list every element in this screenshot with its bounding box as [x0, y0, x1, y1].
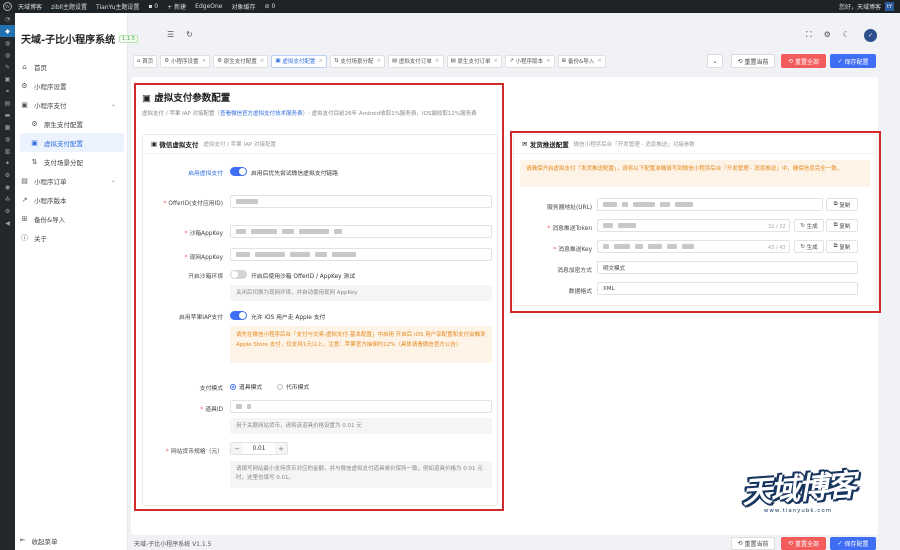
footer-save-button[interactable]: ✓ 保存配置	[830, 537, 876, 550]
nav-miniapp-settings[interactable]: ⚙ 小程序设置	[20, 76, 124, 95]
version-icon: ↗	[21, 195, 28, 204]
backup-icon: ⊞	[21, 214, 28, 223]
tab-pay-scene[interactable]: ⇅ 支付场景分配 ×	[329, 54, 385, 68]
tab-virtual-orders[interactable]: ▤ 虚拟支付订单 ×	[387, 54, 444, 68]
wallet-icon: ▣	[31, 138, 38, 147]
nav-backup[interactable]: ⊞ 备份&导入	[20, 209, 124, 228]
nav-miniapp-pay[interactable]: ▣ 小程序支付 ⌄	[20, 95, 124, 114]
tab-virtual-pay[interactable]: ▣ 虚拟支付配置 ×	[271, 54, 327, 68]
settings-gear-icon[interactable]: ⚙	[824, 30, 831, 40]
wp-bar-cache[interactable]: 对象缓存	[231, 2, 255, 11]
watermark-text: 天域博客	[741, 468, 856, 511]
wordpress-logo-icon[interactable]: W	[3, 2, 12, 11]
appearance-icon[interactable]: ✦	[0, 157, 15, 169]
tab-version[interactable]: ↗ 小程序版本 ×	[505, 54, 555, 68]
close-icon[interactable]: ×	[260, 58, 265, 64]
nav-version[interactable]: ↗ 小程序版本	[20, 190, 124, 209]
nav-about[interactable]: ⓘ 关于	[20, 228, 124, 247]
menu-icon-b[interactable]: ◍	[0, 49, 15, 61]
user-avatar[interactable]: tY	[885, 2, 894, 11]
close-icon[interactable]: ×	[546, 58, 551, 64]
wp-bar-zibll[interactable]: zibll主题设置	[51, 2, 87, 11]
gear-icon: ⚙	[31, 119, 38, 128]
close-icon[interactable]: ×	[435, 58, 440, 64]
order-icon: ▤	[21, 176, 28, 185]
close-icon[interactable]: ×	[376, 58, 381, 64]
dashboard-icon[interactable]: ◔	[0, 13, 15, 25]
dark-mode-icon[interactable]: ☾	[843, 30, 850, 40]
pages-icon[interactable]: ▤	[0, 97, 15, 109]
pay-icon: ▣	[21, 100, 28, 109]
close-icon[interactable]: ×	[201, 58, 206, 64]
settings-icon: ⚙	[21, 81, 28, 90]
nav-native-pay[interactable]: ⚙ 原生支付配置	[20, 114, 124, 133]
nav-pay-scene[interactable]: ⇅ 支付场景分配	[20, 152, 124, 171]
wp-admin-bar: W 天域博客 zibll主题设置 TianYu主题设置 ▪ 0 + 新建 Edg…	[0, 0, 900, 13]
app-nav: ⌂ 首页 ⚙ 小程序设置 ▣ 小程序支付 ⌄ ⚙ 原生支付配置 ▣ 虚拟支付配置 ⇅ 支付场景…	[20, 57, 124, 247]
close-icon[interactable]: ×	[597, 58, 602, 64]
nav-virtual-pay[interactable]: ▣ 虚拟支付配置	[20, 133, 124, 152]
refresh-icon[interactable]: ↻	[186, 30, 193, 39]
comments-icon[interactable]: ▬	[0, 109, 15, 121]
collapse-menu[interactable]: ⇤ 收起菜单	[20, 536, 57, 546]
pin-icon[interactable]: ✎	[0, 61, 15, 73]
home-icon: ⌂	[22, 62, 27, 71]
wp-bar-comments[interactable]: ▪ 0	[148, 3, 158, 10]
footer-version: 天域-子比小程序系统 V1.1.5	[134, 541, 212, 548]
chart-icon[interactable]: ▥	[0, 145, 15, 157]
tab-backup[interactable]: ⊞ 备份&导入 ×	[557, 54, 606, 68]
wp-bar-new[interactable]: + 新建	[167, 2, 186, 11]
wp-bar-tianyu[interactable]: TianYu主题设置	[96, 2, 139, 11]
settings-icon[interactable]: ⚙	[0, 205, 15, 217]
info-icon: ⓘ	[21, 233, 28, 242]
save-button[interactable]: ✓ 保存配置	[830, 54, 876, 68]
reset-current-button[interactable]: ⟲ 重置当前	[731, 54, 775, 68]
menu-toggle-icon[interactable]: ☰	[167, 30, 174, 39]
top-right-icons: ⛶ ⚙ ☾	[806, 30, 850, 40]
fullscreen-icon[interactable]: ⛶	[806, 30, 812, 40]
highlight-box-push-config	[510, 131, 881, 313]
app-title: 天域-子比小程序系统 1.1.5	[21, 31, 138, 46]
wp-bar-updates[interactable]: ⊘ 0	[265, 3, 276, 10]
wp-admin-menu: ◔ ◆ ◍ ◍ ✎ ▣ ⚭ ▤ ▬ ▦ ◍ ▥ ✦ ⚙ ◉ ✇ ⚙ ◀	[0, 13, 15, 550]
app-title-text: 天域-子比小程序系统	[21, 35, 116, 46]
shop-icon[interactable]: ◍	[0, 133, 15, 145]
media-icon[interactable]: ▣	[0, 73, 15, 85]
users-icon[interactable]: ◉	[0, 181, 15, 193]
forms-icon[interactable]: ▦	[0, 121, 15, 133]
watermark-logo: 天域博客 www.tianyubk.com	[714, 464, 882, 524]
tab-miniapp-settings[interactable]: ⚙ 小程序设置 ×	[160, 54, 211, 68]
app-logo-icon[interactable]: ✓	[864, 29, 877, 42]
nav-home[interactable]: ⌂ 首页	[20, 57, 124, 76]
collapse-icon[interactable]: ◀	[0, 217, 15, 229]
wp-bar-edgeone[interactable]: EdgeOne	[195, 3, 222, 10]
chevron-down-icon: ⌄	[110, 177, 116, 184]
tab-native-orders[interactable]: ▤ 原生支付订单 ×	[446, 54, 503, 68]
close-icon[interactable]: ×	[318, 58, 323, 64]
wp-bar-site[interactable]: 天域博客	[18, 2, 42, 11]
highlight-box-virtual-pay	[134, 83, 504, 511]
top-left-icons: ☰ ↻	[167, 30, 193, 39]
tab-native-pay[interactable]: ⚙ 原生支付配置 ×	[213, 54, 269, 68]
footer-reset-all-button[interactable]: ⟲ 重置全部	[781, 537, 826, 550]
menu-icon-a[interactable]: ◍	[0, 37, 15, 49]
nav-orders[interactable]: ▤ 小程序订单 ⌄	[20, 171, 124, 190]
version-badge: 1.1.5	[119, 34, 138, 43]
reset-all-button[interactable]: ⟲ 重置全部	[781, 54, 826, 68]
footer-reset-current-button[interactable]: ⟲ 重置当前	[731, 537, 775, 550]
chevron-down-icon: ⌄	[110, 101, 116, 108]
plugin-shield-icon[interactable]: ◆	[0, 25, 15, 37]
close-icon[interactable]: ×	[494, 58, 499, 64]
tabs-dropdown-button[interactable]: ⌄	[707, 54, 723, 68]
tools-icon[interactable]: ✇	[0, 193, 15, 205]
collapse-icon: ⇤	[20, 536, 26, 544]
wp-bar-user[interactable]: 您好，天域博客	[839, 2, 881, 11]
link-icon[interactable]: ⚭	[0, 85, 15, 97]
split-icon: ⇅	[31, 157, 38, 166]
plugins-icon[interactable]: ⚙	[0, 169, 15, 181]
tab-home[interactable]: ⌂ 首页	[133, 54, 158, 68]
